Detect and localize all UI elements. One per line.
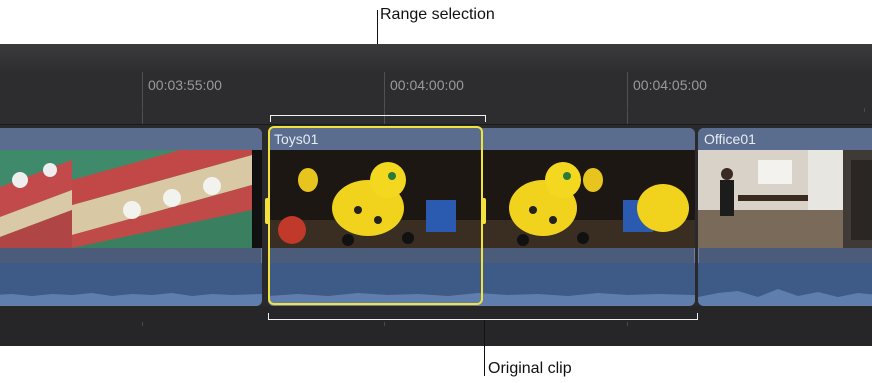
video-frame — [72, 150, 253, 248]
clip-header: Office01 — [698, 128, 872, 150]
video-frame — [843, 150, 872, 248]
clip-audio-waveform — [0, 263, 262, 305]
video-frame — [698, 150, 844, 248]
original-clip-callout: Original clip — [488, 360, 572, 377]
ruler-minor-tick — [384, 108, 385, 112]
original-clip-callout-line — [484, 320, 485, 376]
range-selection[interactable] — [268, 126, 483, 305]
clip-header — [0, 128, 262, 150]
clip-name: Office01 — [704, 131, 756, 147]
ruler-timecode-2: 00:04:00:00 — [390, 77, 464, 93]
clip-left[interactable] — [0, 128, 262, 306]
ruler-tick — [627, 72, 628, 124]
track-minor-tick — [142, 322, 143, 326]
original-clip-bracket — [268, 313, 698, 320]
ruler-tick — [142, 72, 143, 124]
clip-office01[interactable]: Office01 — [698, 128, 872, 306]
video-frame — [483, 150, 695, 248]
clip-audio-waveform — [698, 263, 872, 305]
clip-filmstrip — [0, 150, 262, 248]
ruler-timecode-3: 00:04:05:00 — [633, 77, 707, 93]
range-start-handle[interactable] — [265, 198, 270, 224]
ruler-minor-tick — [627, 108, 628, 112]
ruler-minor-tick — [864, 108, 865, 112]
ruler-timecode-1: 00:03:55:00 — [148, 77, 222, 93]
track-minor-tick — [384, 322, 385, 326]
clip-filmstrip — [698, 150, 872, 248]
video-frame — [0, 150, 73, 248]
ruler-minor-tick — [142, 108, 143, 112]
timeline-top-bar — [0, 44, 872, 73]
range-selection-callout: Range selection — [380, 6, 495, 23]
range-end-handle[interactable] — [481, 198, 486, 224]
ruler-divider — [0, 124, 872, 125]
empty-track — [0, 306, 872, 346]
track-minor-tick — [627, 322, 628, 326]
range-selection-bracket — [270, 115, 486, 122]
